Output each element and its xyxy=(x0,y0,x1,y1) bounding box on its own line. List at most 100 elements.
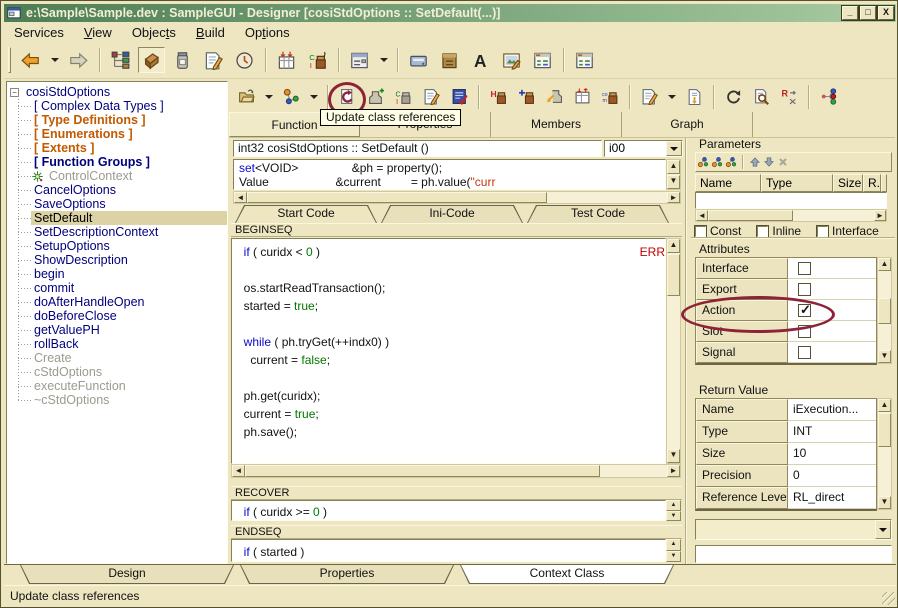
scroll-left-icon[interactable]: ◄ xyxy=(234,192,247,203)
class-builder-icon[interactable] xyxy=(304,47,331,73)
tab-start-code[interactable]: Start Code xyxy=(235,205,377,223)
open-folder-icon[interactable] xyxy=(234,86,258,108)
scroll-left-icon[interactable]: ◄ xyxy=(232,465,245,477)
parameters-empty-row[interactable] xyxy=(695,192,887,209)
tree-item-cstdoptions[interactable]: cStdOptions xyxy=(7,365,227,379)
tree-item-getvalueph[interactable]: getValuePH xyxy=(7,323,227,337)
scroll-thumb[interactable] xyxy=(708,210,793,221)
dialog-editor-icon[interactable] xyxy=(529,47,556,73)
save-class-icon[interactable] xyxy=(447,86,471,108)
menu-services[interactable]: Services xyxy=(4,24,74,41)
tree-item-setupoptions[interactable]: SetupOptions xyxy=(7,239,227,253)
find-references-icon[interactable] xyxy=(749,86,773,108)
instance-combo[interactable]: i00 xyxy=(604,140,683,157)
font-editor-icon[interactable] xyxy=(467,47,494,73)
attribute-label[interactable]: Action xyxy=(696,300,788,321)
storage-drive-icon[interactable] xyxy=(405,47,432,73)
scroll-down-icon[interactable]: ▼ xyxy=(878,496,891,509)
object-dropdown-icon[interactable] xyxy=(307,86,320,108)
class-interface-icon[interactable] xyxy=(391,86,415,108)
declaration-vscrollbar[interactable]: ▲ ▼ xyxy=(666,159,681,190)
instance-combo-dropdown-icon[interactable] xyxy=(666,141,682,156)
tree-item-saveoptions[interactable]: SaveOptions xyxy=(7,197,227,211)
delete-parameter-icon[interactable] xyxy=(776,154,789,170)
tree-item-dobeforeclose[interactable]: doBeforeClose xyxy=(7,309,227,323)
resize-grip-icon[interactable] xyxy=(882,592,895,605)
scroll-thumb[interactable] xyxy=(245,465,600,477)
scroll-up-icon[interactable]: ▲ xyxy=(667,239,680,253)
column-header-filler[interactable] xyxy=(881,174,887,192)
history-clock-icon[interactable] xyxy=(231,47,258,73)
scroll-right-icon[interactable]: ► xyxy=(874,210,886,221)
add-parameter-last-icon[interactable] xyxy=(724,154,737,170)
scroll-thumb[interactable] xyxy=(878,413,891,447)
scroll-up-icon[interactable]: ▲ xyxy=(667,160,680,174)
context-field[interactable] xyxy=(695,545,892,563)
interface-checkbox[interactable] xyxy=(798,262,811,275)
form-view-icon[interactable] xyxy=(346,47,373,73)
tab-design[interactable]: Design xyxy=(20,565,234,584)
attribute-label[interactable]: Export xyxy=(696,279,788,300)
return-row-label[interactable]: Type xyxy=(696,421,788,443)
spin-down-icon[interactable]: ▼ xyxy=(666,551,681,563)
tree-item-canceloptions[interactable]: CancelOptions xyxy=(7,183,227,197)
table-import-icon[interactable] xyxy=(273,47,300,73)
endseq-editor[interactable]: if ( started ) xyxy=(231,539,666,562)
tree-item-commit[interactable]: commit xyxy=(7,281,227,295)
code-hscrollbar[interactable]: ◄ ► xyxy=(231,464,681,478)
const-checkbox[interactable] xyxy=(695,226,706,237)
add-class-member-icon[interactable] xyxy=(514,86,538,108)
object-tree-icon[interactable] xyxy=(107,47,134,73)
spin-down-icon[interactable]: ▼ xyxy=(666,511,681,522)
scroll-thumb[interactable] xyxy=(667,254,680,296)
object-molecule-icon[interactable] xyxy=(279,86,303,108)
tree-item--cstdoptions[interactable]: ~cStdOptions xyxy=(7,393,227,407)
parameters-hscrollbar[interactable]: ◄ ► xyxy=(695,209,887,222)
attribute-label[interactable]: Signal xyxy=(696,342,788,363)
class-graph-icon[interactable] xyxy=(816,86,840,108)
scroll-thumb[interactable] xyxy=(247,192,547,203)
add-parameter-icon[interactable] xyxy=(710,154,723,170)
tab-ini-code[interactable]: Ini-Code xyxy=(381,205,523,223)
edit-class-icon[interactable] xyxy=(419,86,443,108)
export-document-icon[interactable] xyxy=(682,86,706,108)
tree-item-doafterhandleopen[interactable]: doAfterHandleOpen xyxy=(7,295,227,309)
slot-checkbox[interactable] xyxy=(798,325,811,338)
tab-test-code[interactable]: Test Code xyxy=(527,205,669,223)
code-vscrollbar[interactable]: ▲ ▼ xyxy=(666,238,681,464)
signal-checkbox[interactable] xyxy=(798,346,811,359)
add-parameter-first-icon[interactable] xyxy=(696,154,709,170)
declaration-hscrollbar[interactable]: ◄ ► xyxy=(233,191,681,204)
scroll-right-icon[interactable]: ► xyxy=(667,465,680,477)
return-row-value[interactable]: 0 xyxy=(788,465,876,487)
add-class-icon[interactable] xyxy=(363,86,387,108)
com-class-icon[interactable] xyxy=(598,86,622,108)
form-dropdown-icon[interactable] xyxy=(377,47,390,73)
header-class-icon[interactable] xyxy=(486,86,510,108)
menu-objects[interactable]: Objects xyxy=(122,24,186,41)
scroll-right-icon[interactable]: ► xyxy=(667,192,680,203)
interface-checkbox[interactable] xyxy=(817,226,828,237)
tab-graph[interactable]: Graph xyxy=(622,112,753,137)
menu-options[interactable]: Options xyxy=(235,24,300,41)
return-row-label[interactable]: Reference Level xyxy=(696,487,788,509)
tree-item-controlcontext[interactable]: ControlContext xyxy=(7,169,227,183)
title-bar[interactable]: e:\Sample\Sample.dev : SampleGUI - Desig… xyxy=(4,4,896,22)
scroll-up-icon[interactable]: ▲ xyxy=(878,258,891,271)
maximize-button[interactable]: □ xyxy=(860,6,876,20)
code-editor[interactable]: if ( curidx < 0 )ERR os.startReadTransac… xyxy=(231,238,666,464)
return-row-value[interactable]: RL_direct xyxy=(788,487,876,509)
tree-item--function-groups-[interactable]: [ Function Groups ] xyxy=(7,155,227,169)
toolbar-grip[interactable] xyxy=(8,47,11,73)
back-arrow-icon[interactable] xyxy=(17,47,44,73)
column-header-r[interactable]: R. xyxy=(863,174,881,192)
move-down-icon[interactable] xyxy=(762,154,775,170)
tab-properties[interactable]: Properties xyxy=(240,565,454,584)
update-class-references-icon[interactable] xyxy=(335,86,359,108)
menu-view[interactable]: View xyxy=(74,24,122,41)
attributes-vscrollbar[interactable]: ▲ ▼ xyxy=(877,257,892,364)
tree-item--enumerations-[interactable]: [ Enumerations ] xyxy=(7,127,227,141)
tree-item-showdescription[interactable]: ShowDescription xyxy=(7,253,227,267)
open-folder-dropdown-icon[interactable] xyxy=(262,86,275,108)
recover-editor[interactable]: if ( curidx >= 0 ) xyxy=(231,500,666,521)
